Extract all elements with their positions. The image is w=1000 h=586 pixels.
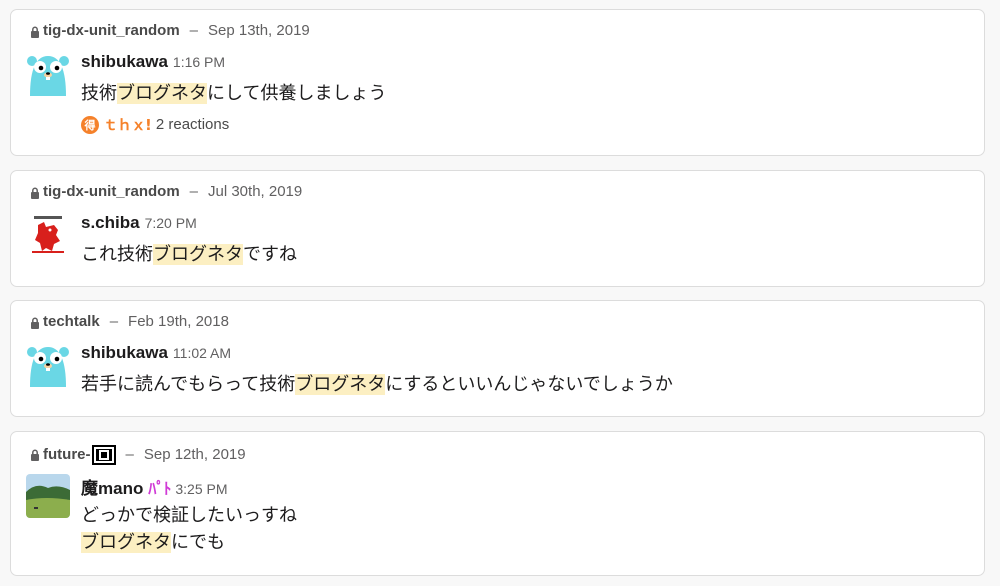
sender-name[interactable]: shibukawa: [81, 52, 168, 72]
reactions-summary[interactable]: 得 ｔｈｘ! 2 reactions: [81, 114, 229, 135]
message-date[interactable]: Sep 12th, 2019: [144, 446, 246, 463]
message-header: shibukawa 11:02 AM: [81, 343, 231, 363]
search-result-card[interactable]: future- – Sep 12th, 2019 魔mano ﾊﾟﾄ 3:25 …: [10, 431, 985, 576]
lock-icon: [31, 187, 39, 199]
search-result-card[interactable]: techtalk – Feb 19th, 2018 shibukawa 11:0…: [10, 300, 985, 417]
text-after: ですね: [243, 244, 297, 265]
gopher-icon[interactable]: [26, 343, 70, 387]
channel-name[interactable]: techtalk: [43, 313, 100, 330]
message-text: 技術ブログネタにして供養しましょう: [81, 79, 386, 105]
lock-icon: [31, 449, 39, 461]
text-before: 若手に読んでもらって技術: [81, 374, 296, 395]
text-after: にするといいんじゃないでしょうか: [385, 374, 673, 395]
search-highlight: ブログネタ: [295, 374, 386, 395]
message-time[interactable]: 1:16 PM: [173, 54, 225, 70]
sender-name[interactable]: 魔mano: [81, 474, 143, 499]
toku-emoji-icon: 得: [81, 115, 99, 134]
text-after: にして供養しましょう: [207, 83, 387, 104]
result-header: tig-dx-unit_random – Sep 13th, 2019: [30, 22, 310, 39]
message-text: 若手に読んでもらって技術ブログネタにするといいんじゃないでしょうか: [81, 370, 673, 396]
sender-name[interactable]: s.chiba: [81, 213, 140, 233]
text-after: にでも: [171, 532, 225, 553]
message-text-line-1: どっかで検証したいっすね: [81, 505, 297, 526]
search-results-list: tig-dx-unit_random – Sep 13th, 2019 shib…: [0, 0, 1000, 586]
search-result-card[interactable]: tig-dx-unit_random – Sep 13th, 2019 shib…: [10, 9, 985, 156]
lock-icon: [31, 317, 39, 329]
message-text-line-2: ブログネタにでも: [81, 528, 225, 554]
search-result-card[interactable]: tig-dx-unit_random – Jul 30th, 2019 s.ch…: [10, 170, 985, 287]
lock-icon: [31, 26, 39, 38]
text-before: 技術: [81, 83, 117, 104]
channel-emoji-icon: [91, 445, 116, 465]
search-highlight: ブログネタ: [81, 532, 171, 553]
search-highlight: ブログネタ: [153, 244, 243, 265]
message-date[interactable]: Feb 19th, 2018: [128, 313, 229, 330]
message-time[interactable]: 3:25 PM: [175, 481, 227, 497]
thx-emoji-icon: ｔｈｘ!: [103, 116, 152, 134]
reactions-count: 2 reactions: [155, 116, 230, 133]
message-header: 魔mano ﾊﾟﾄ 3:25 PM: [81, 474, 228, 499]
message-text: これ技術ブログネタですね: [81, 240, 297, 266]
result-header: techtalk – Feb 19th, 2018: [30, 313, 229, 330]
result-header: tig-dx-unit_random – Jul 30th, 2019: [30, 183, 302, 200]
message-time[interactable]: 11:02 AM: [173, 345, 231, 361]
separator: –: [189, 183, 198, 200]
chiba-mascot-icon[interactable]: [26, 213, 70, 257]
search-highlight: ブログネタ: [117, 83, 207, 104]
gopher-icon[interactable]: [26, 52, 70, 96]
sender-name[interactable]: shibukawa: [81, 343, 168, 363]
message-header: shibukawa 1:16 PM: [81, 52, 225, 72]
separator: –: [109, 313, 119, 330]
channel-name[interactable]: tig-dx-unit_random: [43, 22, 180, 39]
result-header: future- – Sep 12th, 2019: [30, 444, 246, 465]
message-time[interactable]: 7:20 PM: [145, 215, 197, 231]
landscape-photo-icon[interactable]: [26, 474, 70, 518]
separator: –: [125, 445, 134, 463]
text-before: これ技術: [81, 244, 153, 265]
channel-name[interactable]: tig-dx-unit_random: [43, 183, 180, 200]
pato-emoji-icon: ﾊﾟﾄ: [148, 479, 171, 498]
message-date[interactable]: Sep 13th, 2019: [208, 22, 310, 39]
separator: –: [189, 22, 198, 39]
channel-name[interactable]: future-: [43, 446, 91, 463]
message-header: s.chiba 7:20 PM: [81, 213, 197, 233]
message-date[interactable]: Jul 30th, 2019: [208, 183, 302, 200]
